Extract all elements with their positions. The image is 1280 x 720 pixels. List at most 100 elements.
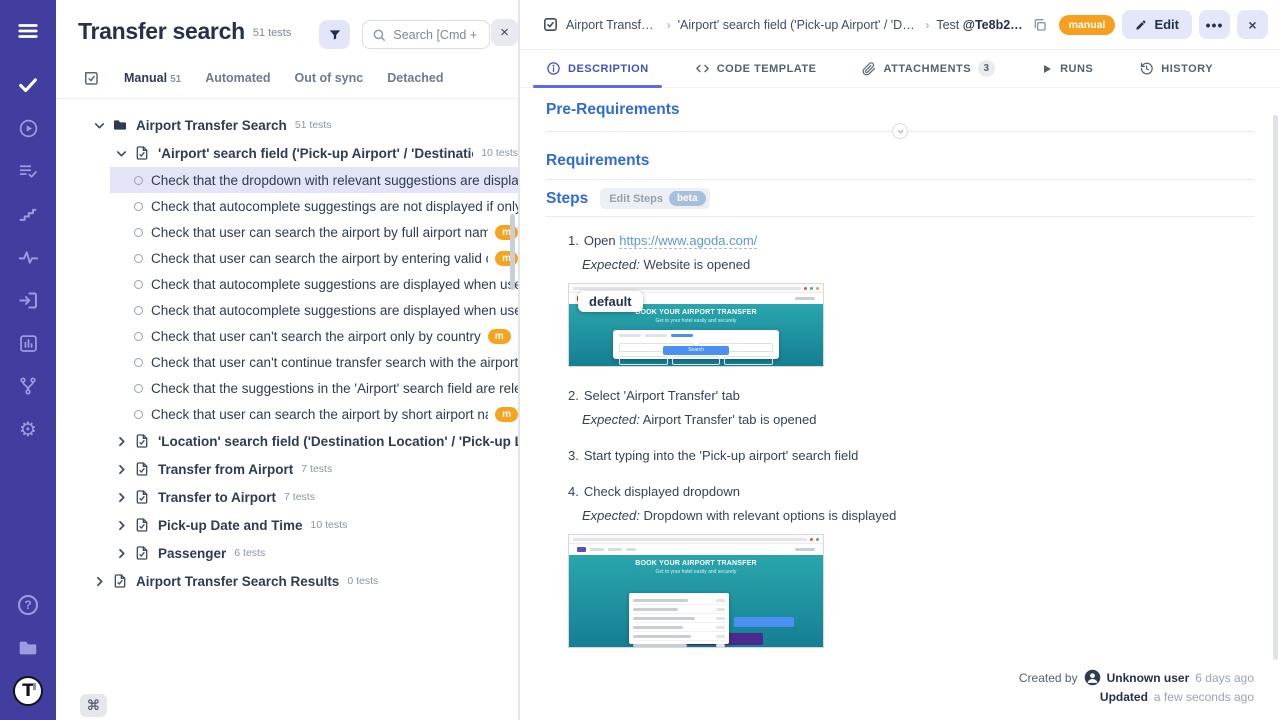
tree-test-row[interactable]: Check that autocomplete suggestions are …	[110, 297, 518, 323]
filter-button[interactable]	[319, 20, 350, 49]
agoda-link[interactable]: https://www.agoda.com/	[619, 233, 757, 249]
checkbox-multi-icon	[82, 69, 100, 87]
test-bullet-icon	[134, 332, 143, 341]
tree-item-label: Check that user can search the airport b…	[151, 407, 488, 422]
test-bullet-icon	[134, 384, 143, 393]
tree-suite-row[interactable]: Airport Transfer Search51 tests	[56, 111, 518, 139]
expected-result: Expected: Dropdown with relevant options…	[582, 508, 1254, 523]
sidebar-item-branches[interactable]	[13, 371, 43, 401]
tree-test-row[interactable]: Check that user can search the airport b…	[110, 245, 518, 271]
play-icon	[1041, 63, 1053, 75]
tab-out-of-sync[interactable]: Out of sync	[294, 71, 363, 85]
step-screenshot[interactable]: BOOK YOUR AIRPORT TRANSFER Get to your h…	[568, 283, 824, 367]
chevron-right-icon[interactable]	[114, 462, 129, 477]
tree-suite-row[interactable]: 'Location' search field ('Destination Lo…	[56, 427, 518, 455]
history-icon	[1139, 61, 1154, 76]
sidebar-item-help[interactable]: ?	[13, 590, 43, 620]
tree-item-count: 10 tests	[311, 519, 348, 531]
copy-button[interactable]	[1032, 17, 1048, 33]
app-logo[interactable]: T	[13, 676, 43, 706]
check-icon	[17, 74, 39, 96]
step-text: Select 'Airport Transfer' tab	[584, 388, 740, 403]
step-number: 3.	[568, 448, 579, 463]
steps-header: Steps Edit Steps beta	[546, 188, 1254, 209]
menu-button[interactable]	[13, 16, 43, 46]
page-title: Transfer search	[78, 18, 245, 45]
tree-test-row[interactable]: Check that user can search the airport b…	[110, 219, 518, 245]
filter-icon	[328, 28, 342, 42]
chevron-right-icon[interactable]	[114, 434, 129, 449]
tree-suite-row[interactable]: Passenger6 tests	[56, 539, 518, 567]
tree-test-row[interactable]: Check that user can search the airport b…	[110, 401, 518, 427]
tab-detached[interactable]: Detached	[387, 71, 443, 85]
select-all-button[interactable]	[82, 69, 100, 87]
step-screenshot[interactable]: BOOK YOUR AIRPORT TRANSFER Get to your h…	[568, 534, 824, 648]
tree-test-row[interactable]: Check that the suggestions in the 'Airpo…	[110, 375, 518, 401]
search-input[interactable]	[393, 28, 480, 42]
step-number: 1.	[568, 233, 579, 248]
tree-suite-row[interactable]: 'Airport' search field ('Pick-up Airport…	[56, 139, 518, 167]
edit-button[interactable]: Edit	[1122, 10, 1192, 39]
tree-item-label: Check that the suggestions in the 'Airpo…	[151, 381, 518, 396]
command-shortcut-button[interactable]: ⌘	[80, 694, 107, 717]
tree-item-label: Check that user can search the airport b…	[151, 225, 488, 240]
sidebar-item-tests[interactable]	[13, 70, 43, 100]
tab-runs[interactable]: RUNS	[1041, 50, 1093, 87]
edit-steps-button[interactable]: Edit Steps beta	[600, 188, 709, 209]
chevron-right-icon[interactable]	[114, 490, 129, 505]
attachments-count-badge: 3	[978, 60, 995, 77]
breadcrumb-project[interactable]: Airport Transfer Se…	[566, 18, 660, 32]
chevron-down-icon[interactable]	[114, 146, 129, 161]
more-actions-button[interactable]: •••	[1199, 10, 1230, 39]
sidebar-item-test-plans[interactable]	[13, 156, 43, 186]
collapse-toggle-button[interactable]	[892, 123, 908, 139]
step-text: Check displayed dropdown	[584, 484, 740, 499]
tree-suite-row[interactable]: Airport Transfer Search Results0 tests	[56, 567, 518, 595]
tab-attachments[interactable]: ATTACHMENTS 3	[862, 50, 995, 87]
test-id[interactable]: @Te8b2…	[963, 18, 1023, 32]
tree-item-label: Check that user can search the airport b…	[151, 251, 488, 266]
tree-test-row[interactable]: Check that user can't continue transfer …	[110, 349, 518, 375]
tree-scrollbar[interactable]	[510, 214, 515, 290]
chevron-right-icon[interactable]	[114, 546, 129, 561]
sidebar-item-shared-steps[interactable]	[13, 199, 43, 229]
detail-close-button[interactable]: ×	[1237, 10, 1268, 39]
tree-item-label: Check that autocomplete suggestions are …	[151, 303, 518, 318]
test-suite-icon	[134, 517, 150, 533]
author-name[interactable]: Unknown user	[1107, 671, 1190, 685]
breadcrumb-separator: ›	[667, 18, 671, 32]
breadcrumb-suite[interactable]: 'Airport' search field ('Pick-up Airport…	[678, 18, 919, 32]
chevron-down-icon[interactable]	[92, 118, 107, 133]
tree-close-button[interactable]: ×	[491, 19, 518, 46]
tree-test-row[interactable]: Check that autocomplete suggestings are …	[110, 193, 518, 219]
sidebar-item-integrations[interactable]	[13, 285, 43, 315]
mock-search-button: Search	[663, 346, 729, 355]
tab-manual[interactable]: Manual51	[124, 71, 181, 85]
expected-result: Expected: Airport Transfer' tab is opene…	[582, 412, 1254, 427]
sidebar-item-reports[interactable]	[13, 328, 43, 358]
tree-test-row[interactable]: Check that user can't search the airport…	[110, 323, 518, 349]
tree-item-label: Check that user can't search the airport…	[151, 329, 481, 344]
step-item: 2. Select 'Airport Transfer' tab Expecte…	[568, 388, 1254, 427]
tree-test-row[interactable]: Check that autocomplete suggestions are …	[110, 271, 518, 297]
sidebar-item-projects[interactable]	[13, 633, 43, 663]
chevron-right-icon[interactable]	[114, 518, 129, 533]
bar-chart-icon	[18, 333, 39, 354]
tree-suite-row[interactable]: Pick-up Date and Time10 tests	[56, 511, 518, 539]
tab-description[interactable]: DESCRIPTION	[546, 50, 649, 87]
sidebar-item-runs[interactable]	[13, 113, 43, 143]
sidebar-item-monitoring[interactable]	[13, 242, 43, 272]
sidebar-item-settings[interactable]: ⚙	[13, 414, 43, 444]
tab-code-template[interactable]: CODE TEMPLATE	[695, 50, 817, 87]
detail-scrollbar[interactable]	[1273, 115, 1278, 660]
paperclip-icon	[862, 62, 876, 76]
tree-suite-row[interactable]: Transfer from Airport7 tests	[56, 455, 518, 483]
chevron-right-icon[interactable]	[92, 574, 107, 589]
tree-item-label: Check that the dropdown with relevant su…	[151, 173, 518, 188]
tree-item-count: 51 tests	[295, 119, 332, 131]
test-checkbox-icon[interactable]	[542, 16, 559, 33]
tab-automated[interactable]: Automated	[205, 71, 270, 85]
tree-test-row[interactable]: Check that the dropdown with relevant su…	[110, 167, 518, 193]
tree-suite-row[interactable]: Transfer to Airport7 tests	[56, 483, 518, 511]
tab-history[interactable]: HISTORY	[1139, 50, 1213, 87]
